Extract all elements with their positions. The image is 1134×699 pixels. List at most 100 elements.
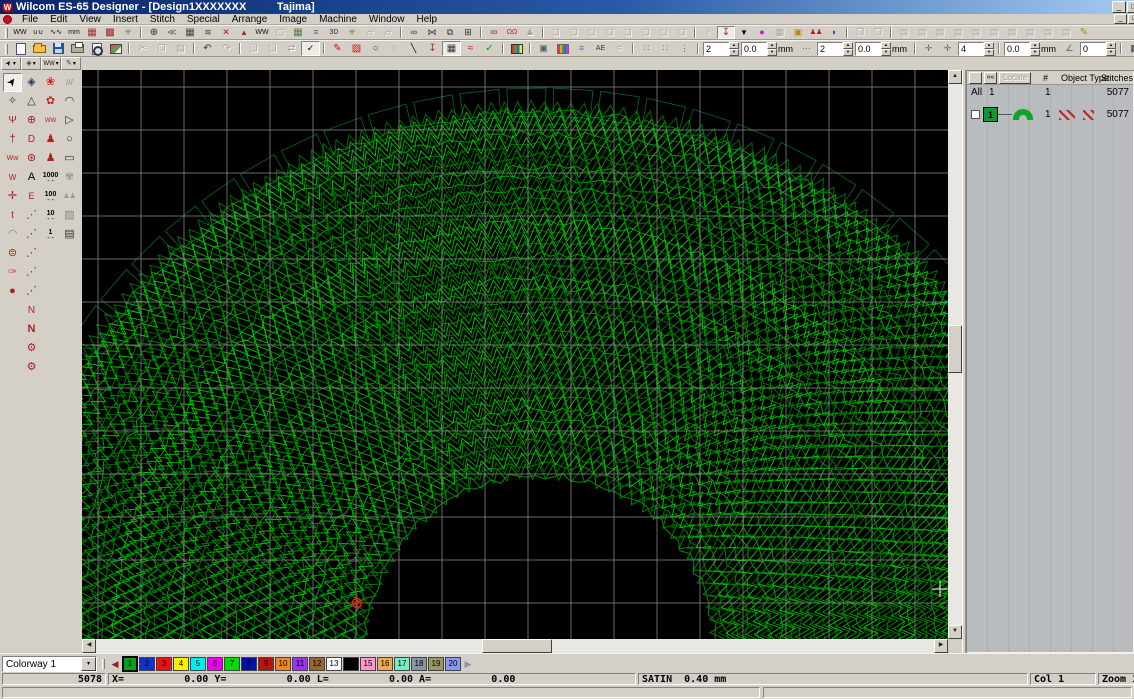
motif-fill[interactable]: ✳ [119, 26, 137, 39]
thread-tool[interactable]: ✑ [3, 263, 22, 282]
ellipse-dashed[interactable]: ◌ [385, 41, 404, 56]
colorway-swatch-7[interactable]: 7 [224, 657, 240, 671]
dash-run[interactable]: ⋯ [797, 41, 816, 56]
pull-comp-value-input[interactable]: 2 [703, 42, 729, 56]
reshape-dropdown[interactable]: ◈▾ [21, 57, 41, 70]
lettering-tool[interactable]: A [22, 168, 41, 187]
curve-n-tool[interactable]: N [22, 301, 41, 320]
offset-mm-value-input[interactable]: 0.0 [1004, 42, 1030, 56]
colorway-swatch-17[interactable]: 17 [394, 657, 410, 671]
needle-point-select[interactable]: ↧ [717, 26, 735, 39]
freehand-select-tool[interactable]: ✧ [3, 92, 22, 111]
fusion-fill[interactable]: ⊕ [145, 26, 163, 39]
star-fill[interactable]: ✳ [343, 26, 361, 39]
circle-tool[interactable]: ⊕ [22, 111, 41, 130]
undo[interactable]: ↶ [198, 41, 217, 56]
flower-tool[interactable]: ❀ [41, 73, 60, 92]
stitch-spacing-value[interactable]: 2▲▼ [817, 42, 853, 56]
pull-offset-value-up-icon[interactable]: ▲ [767, 42, 777, 49]
column-qa-tool[interactable]: W [3, 168, 22, 187]
stitch-spacing-value-down-icon[interactable]: ▼ [843, 49, 853, 56]
pull-offset-value-down-icon[interactable]: ▼ [767, 49, 777, 56]
nudge-b[interactable]: ✛ [938, 41, 957, 56]
pull-offset-value[interactable]: 0.0▲▼mm [741, 42, 796, 56]
object-checkbox[interactable] [971, 110, 980, 119]
offset-mm-value-up-icon[interactable]: ▲ [1030, 42, 1040, 49]
colorway-swatch-14[interactable] [343, 657, 359, 671]
panel-dock-icon[interactable]: »« [984, 72, 997, 84]
colorway-swatch-8[interactable]: 8 [241, 657, 257, 671]
pull-offset-value-input[interactable]: 0.0 [741, 42, 767, 56]
object-row[interactable]: 1 1 5077 [967, 103, 1133, 127]
lattice-fill[interactable]: ▦ [83, 26, 101, 39]
satin-column-tool[interactable]: WW [41, 111, 60, 130]
arc-tool[interactable]: ◠ [60, 92, 79, 111]
colorway-swatch-3[interactable]: 3 [156, 657, 172, 671]
color-marker[interactable]: ● [753, 26, 771, 39]
pull-comp-value-up-icon[interactable]: ▲ [729, 42, 739, 49]
menu-arrange[interactable]: Arrange [226, 14, 274, 25]
open-file[interactable] [30, 41, 49, 56]
wave-fill[interactable]: ≡ [307, 26, 325, 39]
colorway-swatch-11[interactable]: 11 [292, 657, 308, 671]
small-dots-c[interactable]: ⋮ [675, 41, 694, 56]
stipple-peak-fill[interactable]: ▲ [235, 26, 253, 39]
stitch-length-value-down-icon[interactable]: ▼ [881, 49, 891, 56]
menu-image[interactable]: Image [273, 14, 313, 25]
summary-row[interactable]: All 1 1 5077 [967, 87, 1133, 101]
menu-help[interactable]: Help [410, 14, 443, 25]
density-1-tool[interactable]: 1 [41, 225, 60, 244]
colorway-swatch-1[interactable]: 1 [122, 656, 138, 672]
menu-special[interactable]: Special [181, 14, 226, 25]
column-w-tool[interactable]: Ww [3, 149, 22, 168]
mdi-restore-button[interactable]: □ [1128, 14, 1134, 24]
colorway-swatch-16[interactable]: 16 [377, 657, 393, 671]
menu-machine[interactable]: Machine [313, 14, 363, 25]
menu-stitch[interactable]: Stitch [144, 14, 181, 25]
needle-insert[interactable]: ↧ [423, 41, 442, 56]
figure-a-tool[interactable]: ♟ [41, 130, 60, 149]
angle-value-input[interactable]: 0 [1080, 42, 1106, 56]
maximize-button[interactable]: □ [1127, 1, 1134, 13]
colorway-swatch-20[interactable]: 20 [445, 657, 461, 671]
wreath-tool[interactable]: ⊛ [22, 149, 41, 168]
connect-objects[interactable]: ∞ [405, 26, 423, 39]
colorway-swatch-10[interactable]: 10 [275, 657, 291, 671]
mirror-row-tool[interactable]: ⊜ [3, 244, 22, 263]
pattern-stamp[interactable]: ▦ [289, 26, 307, 39]
colorway-swatch-9[interactable]: 9 [258, 657, 274, 671]
fan-tool[interactable]: ◠ [3, 225, 22, 244]
gear-tool[interactable]: ⚙ [22, 358, 41, 377]
colorway-select[interactable]: Colorway 1 ▾ [2, 656, 97, 672]
stitch-count-check[interactable]: ΩΩ [503, 26, 521, 39]
dim-artwork[interactable]: ≡ [572, 41, 591, 56]
run-a-tool[interactable]: ⋰ [22, 206, 41, 225]
colorway-swatch-12[interactable]: 12 [309, 657, 325, 671]
lock-tool[interactable]: ▣ [789, 26, 807, 39]
colorway-swatch-19[interactable]: 19 [428, 657, 444, 671]
pen-red[interactable]: ✎ [328, 41, 347, 56]
reshape-tool[interactable]: ◈ [22, 73, 41, 92]
input-method-dropdown[interactable]: ✎▾ [61, 57, 81, 70]
angle-value-down-icon[interactable]: ▼ [1106, 49, 1116, 56]
horizontal-scrollbar[interactable]: ◀ ▶ [82, 639, 948, 653]
filter-triangle[interactable]: ▼ [735, 26, 753, 39]
motif-gray-tool[interactable]: ✾ [60, 168, 79, 187]
pattern-fill[interactable]: ▩ [101, 26, 119, 39]
scroll-up-icon[interactable]: ▲ [948, 70, 962, 84]
gears-tool[interactable]: ⚙ [22, 339, 41, 358]
stitch-list[interactable]: ▦ [1125, 41, 1134, 56]
select-dropdown[interactable]: ➤▾ [1, 57, 21, 70]
mesh-tool[interactable]: ⋈ [423, 26, 441, 39]
satin-stitch[interactable]: WW [11, 26, 29, 39]
design-notes[interactable]: ✎ [1075, 26, 1093, 39]
stitch-spacing-value-up-icon[interactable]: ▲ [843, 42, 853, 49]
document-icon[interactable] [3, 15, 12, 24]
check-green[interactable]: ✓ [480, 41, 499, 56]
offset-mm-value[interactable]: 0.0▲▼mm [1004, 42, 1059, 56]
ellipse-white[interactable]: ○ [366, 41, 385, 56]
pull-comp-value[interactable]: 2▲▼ [703, 42, 739, 56]
digitize-shape-tool[interactable]: △ [22, 92, 41, 111]
design-canvas-area[interactable] [82, 70, 948, 639]
colorway-swatch-13[interactable]: 13 [326, 657, 342, 671]
